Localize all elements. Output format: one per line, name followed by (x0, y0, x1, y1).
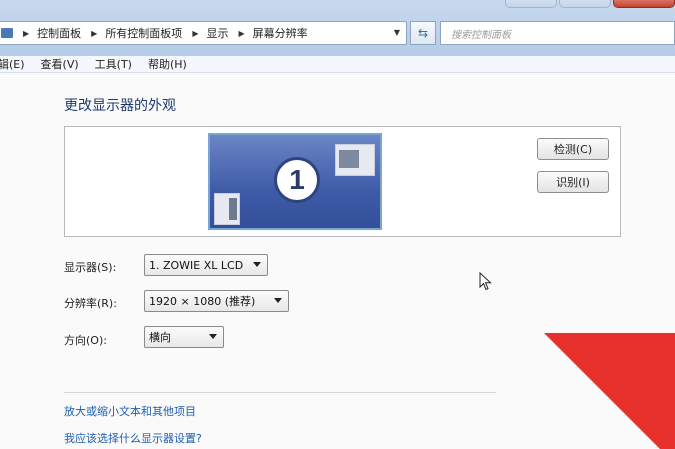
address-bar[interactable]: ▶ 控制面板 ▶ 所有控制面板项 ▶ 显示 ▶ 屏幕分辨率 ▼ (0, 21, 407, 45)
red-arrow-overlay (544, 333, 675, 449)
orientation-select[interactable]: 横向 (144, 326, 224, 348)
breadcrumb-item-display[interactable]: 显示 (206, 25, 228, 41)
orientation-label: 方向(O): (64, 334, 107, 347)
maximize-button[interactable] (559, 0, 611, 8)
breadcrumb-item-all-items[interactable]: 所有控制面板项 (105, 25, 182, 41)
mouse-cursor-icon (479, 272, 492, 291)
display-select[interactable]: 1. ZOWIE XL LCD (144, 254, 268, 276)
monitor-preview-panel: 1 检测(C) 识别(I) (64, 126, 621, 237)
menu-tools[interactable]: 工具(T) (95, 56, 132, 72)
chevron-right-icon: ▶ (192, 28, 199, 38)
resolution-label: 分辨率(R): (64, 297, 117, 310)
breadcrumb-item-control-panel[interactable]: 控制面板 (37, 25, 81, 41)
text-size-link[interactable]: 放大或缩小文本和其他项目 (64, 403, 196, 419)
close-button[interactable] (613, 0, 675, 8)
monitor-thumbnail[interactable]: 1 (208, 133, 382, 230)
refresh-button[interactable]: ⇆ (410, 21, 436, 45)
display-select-value: 1. ZOWIE XL LCD (149, 258, 244, 272)
menu-view[interactable]: 查看(V) (41, 56, 79, 72)
breadcrumb: ▶ 控制面板 ▶ 所有控制面板项 ▶ 显示 ▶ 屏幕分辨率 (13, 25, 308, 41)
chevron-right-icon: ▶ (91, 28, 98, 38)
display-label: 显示器(S): (64, 261, 117, 274)
window-thumbnail-icon (214, 193, 240, 225)
search-placeholder: 搜索控制面板 (451, 29, 511, 41)
minimize-button[interactable] (505, 0, 557, 8)
dropdown-arrow-icon (274, 298, 282, 303)
resolution-select-value: 1920 × 1080 (推荐) (149, 295, 256, 308)
control-panel-icon (1, 28, 13, 38)
page-title: 更改显示器的外观 (64, 98, 176, 114)
chevron-down-icon[interactable]: ▼ (394, 28, 400, 37)
menu-edit[interactable]: 辑(E) (0, 56, 25, 72)
identify-button[interactable]: 识别(I) (537, 171, 609, 193)
search-input[interactable]: 搜索控制面板 (440, 21, 675, 45)
dropdown-arrow-icon (253, 262, 261, 267)
detect-button[interactable]: 检测(C) (537, 138, 609, 160)
refresh-icon: ⇆ (417, 26, 429, 40)
window-controls (445, 0, 675, 14)
orientation-select-value: 横向 (149, 331, 171, 344)
menu-bar: 辑(E) 查看(V) 工具(T) 帮助(H) (0, 56, 675, 73)
chevron-right-icon: ▶ (23, 28, 30, 38)
section-divider (64, 392, 496, 393)
menu-help[interactable]: 帮助(H) (148, 56, 187, 72)
resolution-select[interactable]: 1920 × 1080 (推荐) (144, 290, 289, 312)
window-thumbnail-icon (335, 144, 375, 176)
title-bar: ▶ 控制面板 ▶ 所有控制面板项 ▶ 显示 ▶ 屏幕分辨率 ▼ ⇆ 搜索控制面板 (0, 0, 675, 58)
chevron-right-icon: ▶ (238, 28, 245, 38)
dropdown-arrow-icon (209, 334, 217, 339)
display-settings-help-link[interactable]: 我应该选择什么显示器设置? (64, 430, 202, 446)
breadcrumb-item-resolution[interactable]: 屏幕分辨率 (253, 25, 308, 41)
monitor-number-badge: 1 (274, 157, 320, 203)
